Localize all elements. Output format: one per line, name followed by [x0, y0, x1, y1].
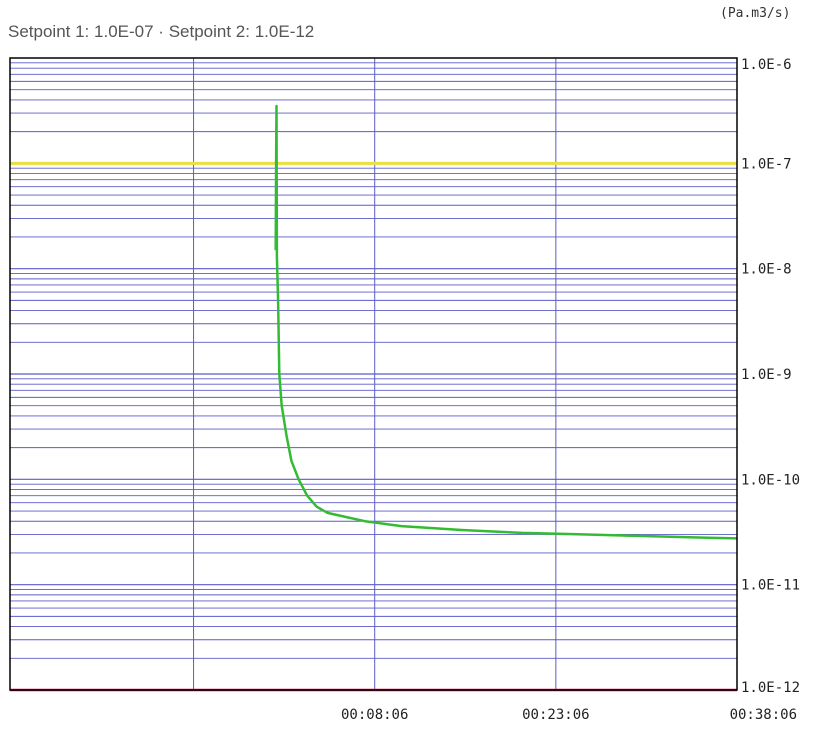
x-tick-label: 00:23:06	[522, 707, 589, 723]
y-tick-label: 1.0E-10	[741, 472, 800, 488]
grid-lines	[10, 58, 737, 691]
y-tick-label: 1.0E-11	[741, 578, 800, 594]
y-tick-labels: 1.0E-6 1.0E-7 1.0E-8 1.0E-9 1.0E-10 1.0E-11 1.…	[741, 57, 800, 696]
setpoint-lines	[10, 161, 737, 692]
y-tick-label: 1.0E-12	[741, 680, 800, 696]
series-layer	[274, 104, 738, 540]
x-tick-label: 00:38:06	[730, 707, 797, 723]
leak-rate-series-line	[274, 104, 738, 540]
y-tick-label: 1.0E-9	[741, 367, 792, 383]
x-tick-labels: 00:08:06 00:23:06 00:38:06	[341, 707, 797, 723]
y-tick-label: 1.0E-7	[741, 156, 792, 172]
leak-rate-chart: 1.0E-6 1.0E-7 1.0E-8 1.0E-9 1.0E-10 1.0E-11 1.…	[9, 57, 800, 723]
x-tick-label: 00:08:06	[341, 707, 408, 723]
y-tick-label: 1.0E-8	[741, 262, 792, 278]
y-tick-label: 1.0E-6	[741, 57, 792, 73]
